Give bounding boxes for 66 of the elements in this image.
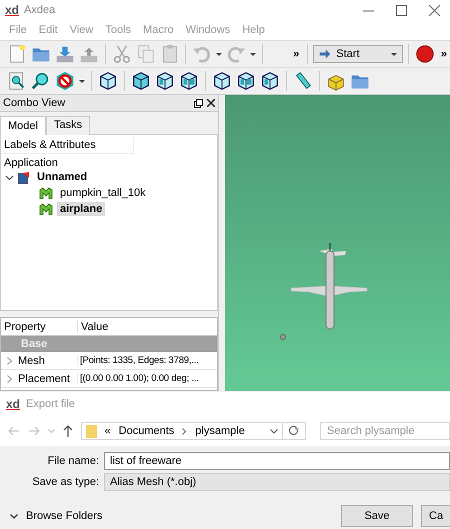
cube-icon[interactable] (178, 70, 200, 92)
file-name-field[interactable]: list of freeware (104, 452, 450, 470)
chevron-down-icon[interactable] (5, 172, 14, 182)
no-entry-icon[interactable] (54, 70, 76, 92)
search-field[interactable]: Search plysample (320, 422, 450, 440)
caret-icon[interactable] (215, 50, 224, 58)
arrow-icon[interactable] (318, 48, 332, 60)
save-button[interactable]: Save (341, 505, 413, 527)
document-icon (18, 170, 30, 184)
path-segment[interactable]: plysample (195, 425, 245, 437)
tree-item[interactable]: Unnamed (34, 170, 90, 184)
window-title: Axdea (24, 4, 56, 16)
overflow-button[interactable]: » (290, 48, 302, 60)
app-logo: xd (5, 3, 20, 17)
mesh-icon (39, 203, 53, 215)
chevron-right-icon[interactable] (7, 356, 12, 364)
property-name: Mesh (18, 354, 45, 366)
property-name: Placement (18, 372, 70, 384)
chevron-right-icon[interactable] (7, 374, 12, 382)
chevron-down-icon[interactable] (270, 428, 278, 434)
caret-icon[interactable] (249, 50, 258, 58)
property-value: [Points: 1335, Edges: 3789,... (77, 355, 217, 366)
cube-icon[interactable] (235, 70, 257, 92)
up-arrow-icon[interactable] (62, 425, 73, 437)
folder-icon (86, 424, 97, 438)
tab[interactable]: Model (0, 116, 46, 135)
cube-icon[interactable] (154, 70, 176, 92)
address-bar[interactable]: « Documents plysample (80, 422, 284, 440)
field-label: Save as type: (31, 476, 100, 488)
column-header: Labels & Attributes (1, 137, 134, 154)
refresh-button[interactable] (282, 422, 306, 440)
undock-icon[interactable] (194, 98, 203, 108)
refresh-icon (289, 426, 300, 436)
field-label: File name: (46, 455, 100, 467)
mesh-icon (39, 187, 53, 199)
tree-root-label: Application (3, 156, 59, 169)
close-icon[interactable] (207, 99, 215, 107)
chevron-down-icon (10, 514, 18, 518)
chevron-right-icon (182, 428, 188, 434)
dot-drawing (280, 334, 286, 340)
path-segment[interactable]: Documents (118, 425, 174, 437)
close-icon[interactable] (429, 4, 440, 16)
tab[interactable]: Tasks (46, 116, 90, 135)
dialog-title: Export file (26, 398, 75, 410)
tree-item[interactable]: pumpkin_tall_10k (57, 186, 149, 200)
column-header: Value (77, 320, 217, 332)
path-separator: « (104, 425, 111, 437)
maximize-icon[interactable] (396, 4, 407, 16)
tree-item[interactable]: airplane (57, 202, 106, 216)
cube-icon[interactable] (130, 70, 152, 92)
column-header: Property (3, 320, 47, 332)
record-icon[interactable] (414, 43, 436, 65)
property-value: [(0.00 0.00 1.00); 0.00 deg; ... (77, 373, 217, 384)
caret-icon[interactable] (390, 50, 398, 58)
cube-icon[interactable] (211, 70, 233, 92)
overflow-button[interactable]: » (438, 48, 450, 60)
cancel-button[interactable]: Ca (421, 505, 450, 527)
panel-title: Combo View (3, 97, 66, 109)
browse-folders-toggle[interactable]: Browse Folders (10, 510, 172, 522)
workbench-dropdown[interactable]: Start (313, 45, 403, 63)
caret-icon[interactable] (78, 77, 86, 85)
cube-icon[interactable] (259, 70, 281, 92)
file-type-dropdown[interactable]: Alias Mesh (*.obj) (104, 473, 450, 491)
app-logo: xd (6, 397, 20, 411)
property-group-header: Base (1, 336, 217, 352)
cube-icon[interactable] (97, 70, 119, 92)
